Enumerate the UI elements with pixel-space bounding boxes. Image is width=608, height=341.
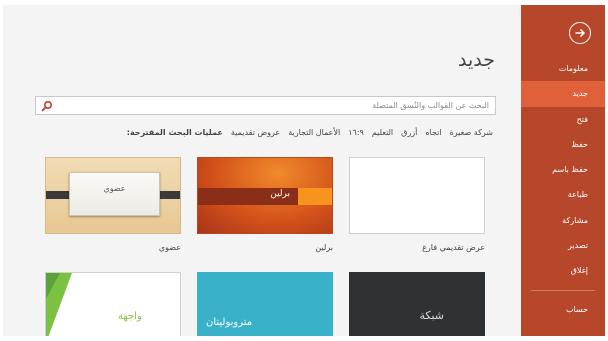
nav-item-account[interactable]: حساب bbox=[521, 297, 605, 322]
nav-item-info[interactable]: معلومات bbox=[521, 56, 605, 81]
template-label-berlin: برلين bbox=[315, 243, 333, 252]
main-panel: جديد عمليات البحث المقترحة: عروض تقديمية… bbox=[3, 5, 521, 336]
suggested-link-business[interactable]: الأعمال التجارية bbox=[288, 128, 340, 137]
nav-item-export[interactable]: تصدير bbox=[521, 233, 605, 258]
suggested-searches-label: عمليات البحث المقترحة: bbox=[126, 127, 223, 137]
suggested-link-16-9[interactable]: ١٦:٩ bbox=[348, 128, 364, 137]
suggested-link-blue[interactable]: أزرق bbox=[401, 128, 417, 137]
facet-dark-green-shape bbox=[46, 273, 60, 299]
suggested-link-presentations[interactable]: عروض تقديمية bbox=[231, 128, 280, 137]
nav-item-close[interactable]: إغلاق bbox=[521, 258, 605, 283]
nav-item-new[interactable]: جديد bbox=[521, 81, 605, 107]
nav-item-open[interactable]: فتح bbox=[521, 107, 605, 132]
nav-divider bbox=[531, 289, 595, 291]
template-blank-presentation[interactable] bbox=[349, 157, 485, 234]
backstage-window: جديد عمليات البحث المقترحة: عروض تقديمية… bbox=[3, 5, 605, 336]
backstage-sidebar: معلومات جديد فتح حفظ حفظ باسم طباعة مشار… bbox=[521, 5, 605, 336]
arrow-right-circle-icon bbox=[575, 28, 586, 38]
suggested-link-direction[interactable]: اتجاه bbox=[425, 128, 441, 137]
organic-title-card: عضوي bbox=[69, 172, 160, 216]
search-input[interactable] bbox=[69, 97, 489, 114]
back-button[interactable] bbox=[569, 22, 591, 44]
suggested-searches: عمليات البحث المقترحة: عروض تقديمية الأع… bbox=[127, 125, 493, 139]
suggested-link-small-business[interactable]: شركة صغيرة bbox=[450, 128, 493, 137]
nav-item-save[interactable]: حفظ bbox=[521, 132, 605, 157]
template-thumb-text-berlin: برلين bbox=[270, 189, 290, 199]
template-berlin[interactable]: برلين bbox=[197, 157, 333, 234]
nav-item-save-as[interactable]: حفظ باسم bbox=[521, 157, 605, 182]
template-facet[interactable]: واجهة bbox=[45, 272, 181, 336]
template-metropolitan[interactable]: متروبوليتان bbox=[197, 272, 333, 336]
template-mesh[interactable]: شبكة bbox=[349, 272, 485, 336]
search-icon[interactable] bbox=[41, 100, 53, 112]
template-thumb-text-metropolitan: متروبوليتان bbox=[206, 317, 253, 328]
search-box[interactable] bbox=[35, 96, 496, 115]
template-label-blank: عرض تقديمي فارغ bbox=[422, 243, 485, 252]
template-label-organic: عضوي bbox=[158, 243, 181, 252]
template-thumb-text-organic: عضوي bbox=[103, 184, 126, 193]
suggested-link-education[interactable]: التعليم bbox=[372, 128, 393, 137]
template-thumb-text-facet: واجهة bbox=[118, 311, 142, 322]
backstage-nav: معلومات جديد فتح حفظ حفظ باسم طباعة مشار… bbox=[521, 56, 605, 322]
template-organic[interactable]: عضوي bbox=[45, 157, 181, 234]
page-title: جديد bbox=[458, 49, 495, 71]
nav-item-share[interactable]: مشاركة bbox=[521, 208, 605, 233]
nav-item-print[interactable]: طباعة bbox=[521, 182, 605, 207]
berlin-accent-block bbox=[298, 188, 332, 205]
template-thumb-text-mesh: شبكة bbox=[419, 309, 444, 322]
